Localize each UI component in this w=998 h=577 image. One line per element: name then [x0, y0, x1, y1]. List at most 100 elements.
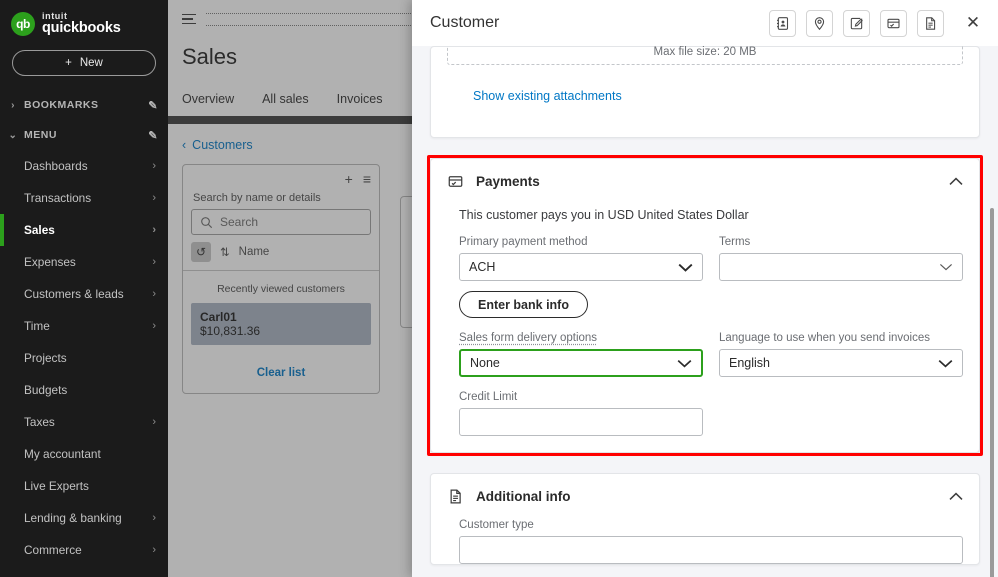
chevron-right-icon: › [152, 224, 156, 236]
quickbooks-logo-icon: qb [11, 12, 35, 36]
primary-payment-method-label: Primary payment method [459, 236, 703, 253]
brand-quickbooks-label: quickbooks [42, 21, 121, 36]
additional-info-body: Customer type [431, 509, 979, 564]
chevron-right-icon: › [152, 160, 156, 172]
chevron-right-icon: › [152, 320, 156, 332]
sidebar-item-label: Customers & leads [24, 287, 152, 301]
close-icon[interactable]: ✕ [960, 10, 986, 36]
chevron-right-icon: › [152, 288, 156, 300]
sidebar-item-label: Lending & banking [24, 511, 152, 525]
terms-label: Terms [719, 236, 963, 253]
pencil-icon[interactable]: ✎ [148, 99, 158, 112]
payments-fields-row-2: Sales form delivery options None Languag… [431, 318, 979, 377]
enter-bank-info-button[interactable]: Enter bank info [459, 291, 588, 318]
sidebar-item-label: Expenses [24, 255, 152, 269]
chevron-down-icon [938, 359, 953, 368]
currency-note: This customer pays you in USD United Sta… [431, 194, 979, 222]
left-sidebar: qb intuit quickbooks + New › BOOKMARKS ✎… [0, 0, 168, 577]
show-existing-attachments-link[interactable]: Show existing attachments [473, 89, 622, 103]
primary-payment-method-field: Primary payment method ACH [459, 222, 703, 281]
address-button[interactable] [806, 10, 833, 37]
chevron-up-icon[interactable] [949, 177, 963, 186]
payments-section-wrapper: Payments This customer pays you in USD U… [430, 158, 980, 453]
sidebar-item-label: Sales [24, 223, 152, 237]
sidebar-item-live-experts[interactable]: Live Experts [0, 470, 168, 502]
sidebar-item-dashboards[interactable]: Dashboards › [0, 150, 168, 182]
customer-panel-body: Max file size: 20 MB Show existing attac… [412, 46, 998, 577]
sidebar-item-projects[interactable]: Projects [0, 342, 168, 374]
chevron-right-icon: › [152, 544, 156, 556]
chevron-down-icon [678, 263, 693, 272]
sales-form-delivery-field: Sales form delivery options None [459, 318, 703, 377]
terms-select[interactable] [719, 253, 963, 281]
terms-field: Terms [719, 222, 963, 281]
language-select[interactable]: English [719, 349, 963, 377]
payments-card-header[interactable]: Payments [431, 159, 979, 194]
sidebar-item-sales[interactable]: Sales › [0, 214, 168, 246]
sales-form-delivery-select[interactable]: None [459, 349, 703, 377]
sidebar-section-bookmarks[interactable]: › BOOKMARKS ✎ [0, 90, 168, 120]
primary-payment-method-select[interactable]: ACH [459, 253, 703, 281]
customer-type-label: Customer type [459, 519, 963, 536]
additional-info-button[interactable] [917, 10, 944, 37]
payments-card-spacer [431, 436, 979, 452]
sales-form-delivery-value: None [470, 356, 677, 370]
sidebar-item-label: Projects [24, 351, 156, 365]
payment-card-icon [447, 173, 464, 190]
pencil-square-icon [849, 16, 864, 31]
chevron-right-icon: › [152, 416, 156, 428]
primary-payment-method-value: ACH [469, 260, 678, 274]
chevron-down-icon: ⌄ [6, 130, 20, 141]
additional-info-title: Additional info [476, 489, 937, 504]
customer-type-select[interactable] [459, 536, 963, 564]
address-book-icon [775, 16, 790, 31]
map-pin-icon [812, 16, 827, 31]
sidebar-nav-list: Dashboards › Transactions › Sales › Expe… [0, 150, 168, 566]
sidebar-item-taxes[interactable]: Taxes › [0, 406, 168, 438]
sidebar-item-label: Taxes [24, 415, 152, 429]
sidebar-section-menu[interactable]: ⌄ MENU ✎ [0, 120, 168, 150]
new-button-label: New [80, 57, 103, 69]
attachments-card: Max file size: 20 MB Show existing attac… [430, 46, 980, 138]
sidebar-item-expenses[interactable]: Expenses › [0, 246, 168, 278]
sidebar-item-my-accountant[interactable]: My accountant [0, 438, 168, 470]
sidebar-item-commerce[interactable]: Commerce › [0, 534, 168, 566]
panel-scrollbar[interactable] [990, 208, 994, 577]
contact-details-button[interactable] [769, 10, 796, 37]
payments-fields-row-3: Credit Limit [431, 377, 979, 436]
sidebar-item-customers-leads[interactable]: Customers & leads › [0, 278, 168, 310]
chevron-down-icon [939, 263, 953, 271]
attachment-dropzone[interactable]: Max file size: 20 MB [447, 46, 963, 65]
language-label: Language to use when you send invoices [719, 332, 963, 349]
sidebar-item-label: Live Experts [24, 479, 156, 493]
notes-button[interactable] [843, 10, 870, 37]
document-icon [447, 488, 464, 505]
sidebar-item-time[interactable]: Time › [0, 310, 168, 342]
sidebar-item-lending-banking[interactable]: Lending & banking › [0, 502, 168, 534]
pencil-icon[interactable]: ✎ [148, 129, 158, 142]
sidebar-item-label: My accountant [24, 447, 156, 461]
sidebar-item-budgets[interactable]: Budgets [0, 374, 168, 406]
brand-text: intuit quickbooks [42, 12, 121, 36]
chevron-right-icon: › [152, 512, 156, 524]
chevron-down-icon [677, 359, 692, 368]
new-button[interactable]: + New [12, 50, 156, 76]
credit-limit-input[interactable] [459, 408, 703, 436]
sidebar-item-transactions[interactable]: Transactions › [0, 182, 168, 214]
additional-info-header[interactable]: Additional info [431, 474, 979, 509]
sidebar-section-bookmarks-label: BOOKMARKS [20, 99, 148, 111]
payments-card: Payments This customer pays you in USD U… [430, 158, 980, 453]
panel-title: Customer [430, 14, 759, 32]
payments-button[interactable] [880, 10, 907, 37]
language-field: Language to use when you send invoices E… [719, 318, 963, 377]
customer-panel: Customer [412, 0, 998, 577]
payments-title: Payments [476, 174, 937, 189]
chevron-up-icon[interactable] [949, 492, 963, 501]
sidebar-item-label: Time [24, 319, 152, 333]
brand-logo[interactable]: qb intuit quickbooks [0, 0, 168, 36]
additional-info-card: Additional info Customer type [430, 473, 980, 565]
payment-card-icon [886, 16, 901, 31]
customer-panel-header: Customer [412, 0, 998, 46]
sales-form-delivery-label: Sales form delivery options [459, 332, 703, 349]
max-file-size-label: Max file size: 20 MB [654, 46, 757, 58]
